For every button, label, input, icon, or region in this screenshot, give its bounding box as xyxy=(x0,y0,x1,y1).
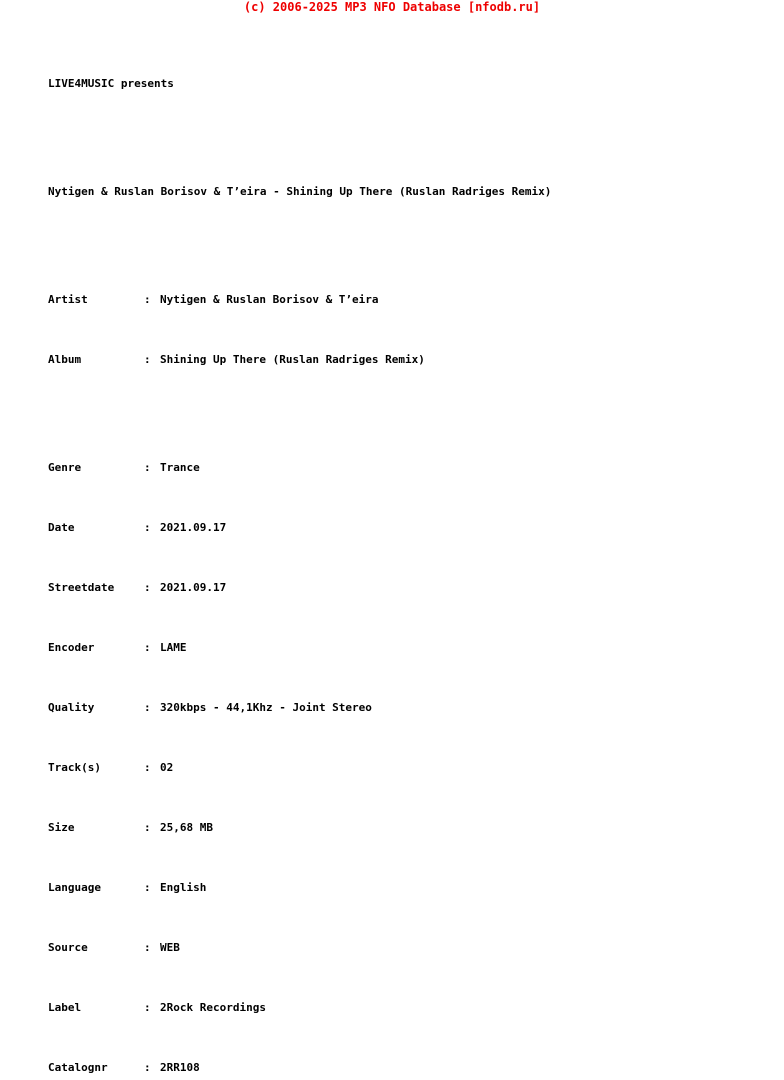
field-value-source: WEB xyxy=(160,941,180,954)
field-separator: : xyxy=(144,881,151,894)
field-value-album: Shining Up There (Ruslan Radriges Remix) xyxy=(160,353,425,366)
release-title-line: Nytigen & Ruslan Borisov & T’eira - Shin… xyxy=(48,185,552,198)
field-value-catalognr: 2RR108 xyxy=(160,1061,200,1074)
field-value-label: 2Rock Recordings xyxy=(160,1001,266,1014)
field-label-artist: Artist xyxy=(48,293,88,306)
field-value-date: 2021.09.17 xyxy=(160,521,227,534)
field-label-streetdate: Streetdate xyxy=(48,581,115,594)
field-separator: : xyxy=(144,581,151,594)
field-label-genre: Genre xyxy=(48,461,82,474)
field-row-source: Source: WEB xyxy=(48,942,728,954)
field-value-streetdate: 2021.09.17 xyxy=(160,581,227,594)
field-row-encoder: Encoder: LAME xyxy=(48,642,728,654)
field-label-catalognr: Catalognr xyxy=(48,1061,108,1074)
field-value-language: English xyxy=(160,881,207,894)
field-value-quality: 320kbps - 44,1Khz - Joint Stereo xyxy=(160,701,372,714)
field-label-source: Source xyxy=(48,941,88,954)
field-label-album: Album xyxy=(48,353,82,366)
field-value-genre: Trance xyxy=(160,461,200,474)
field-row-album: Album: Shining Up There (Ruslan Radriges … xyxy=(48,354,728,366)
field-separator: : xyxy=(144,521,151,534)
field-row-quality: Quality:320kbps - 44,1Khz - Joint Stereo xyxy=(48,702,728,714)
field-separator: : xyxy=(144,1061,151,1074)
field-row-size: Size:25,68 MB xyxy=(48,822,728,834)
field-value-encoder: LAME xyxy=(160,641,187,654)
field-label-size: Size xyxy=(48,821,75,834)
presenter-line: LIVE4MUSIC presents xyxy=(48,77,174,90)
nfo-database-banner: (c) 2006-2025 MP3 NFO Database [nfodb.ru… xyxy=(243,0,541,14)
field-value-tracks: 02 xyxy=(160,761,174,774)
field-label-tracks: Track(s) xyxy=(48,761,101,774)
field-separator: : xyxy=(144,353,151,366)
field-row-language: Language: English xyxy=(48,882,728,894)
field-separator: : xyxy=(144,293,151,306)
field-label-encoder: Encoder xyxy=(48,641,95,654)
field-row-artist: Artist: Nytigen & Ruslan Borisov & T’eira xyxy=(48,294,728,306)
field-separator: : xyxy=(144,461,151,474)
field-label-quality: Quality xyxy=(48,701,95,714)
field-row-streetdate: Streetdate:2021.09.17 xyxy=(48,582,728,594)
field-row-catalognr: Catalognr:2RR108 xyxy=(48,1062,728,1074)
field-separator: : xyxy=(144,941,151,954)
field-separator: : xyxy=(144,641,151,654)
field-label-date: Date xyxy=(48,521,75,534)
field-row-date: Date:2021.09.17 xyxy=(48,522,728,534)
field-separator: : xyxy=(144,701,151,714)
field-row-label: Label:2Rock Recordings xyxy=(48,1002,728,1014)
nfo-text-body: LIVE4MUSIC presents Nytigen & Ruslan Bor… xyxy=(48,30,728,1080)
field-value-size: 25,68 MB xyxy=(160,821,213,834)
field-separator: : xyxy=(144,821,151,834)
field-label-language: Language xyxy=(48,881,101,894)
field-value-artist: Nytigen & Ruslan Borisov & T’eira xyxy=(160,293,379,306)
field-separator: : xyxy=(144,761,151,774)
field-label-label: Label xyxy=(48,1001,82,1014)
field-row-genre: Genre: Trance xyxy=(48,462,728,474)
field-separator: : xyxy=(144,1001,151,1014)
field-row-tracks: Track(s):02 xyxy=(48,762,728,774)
